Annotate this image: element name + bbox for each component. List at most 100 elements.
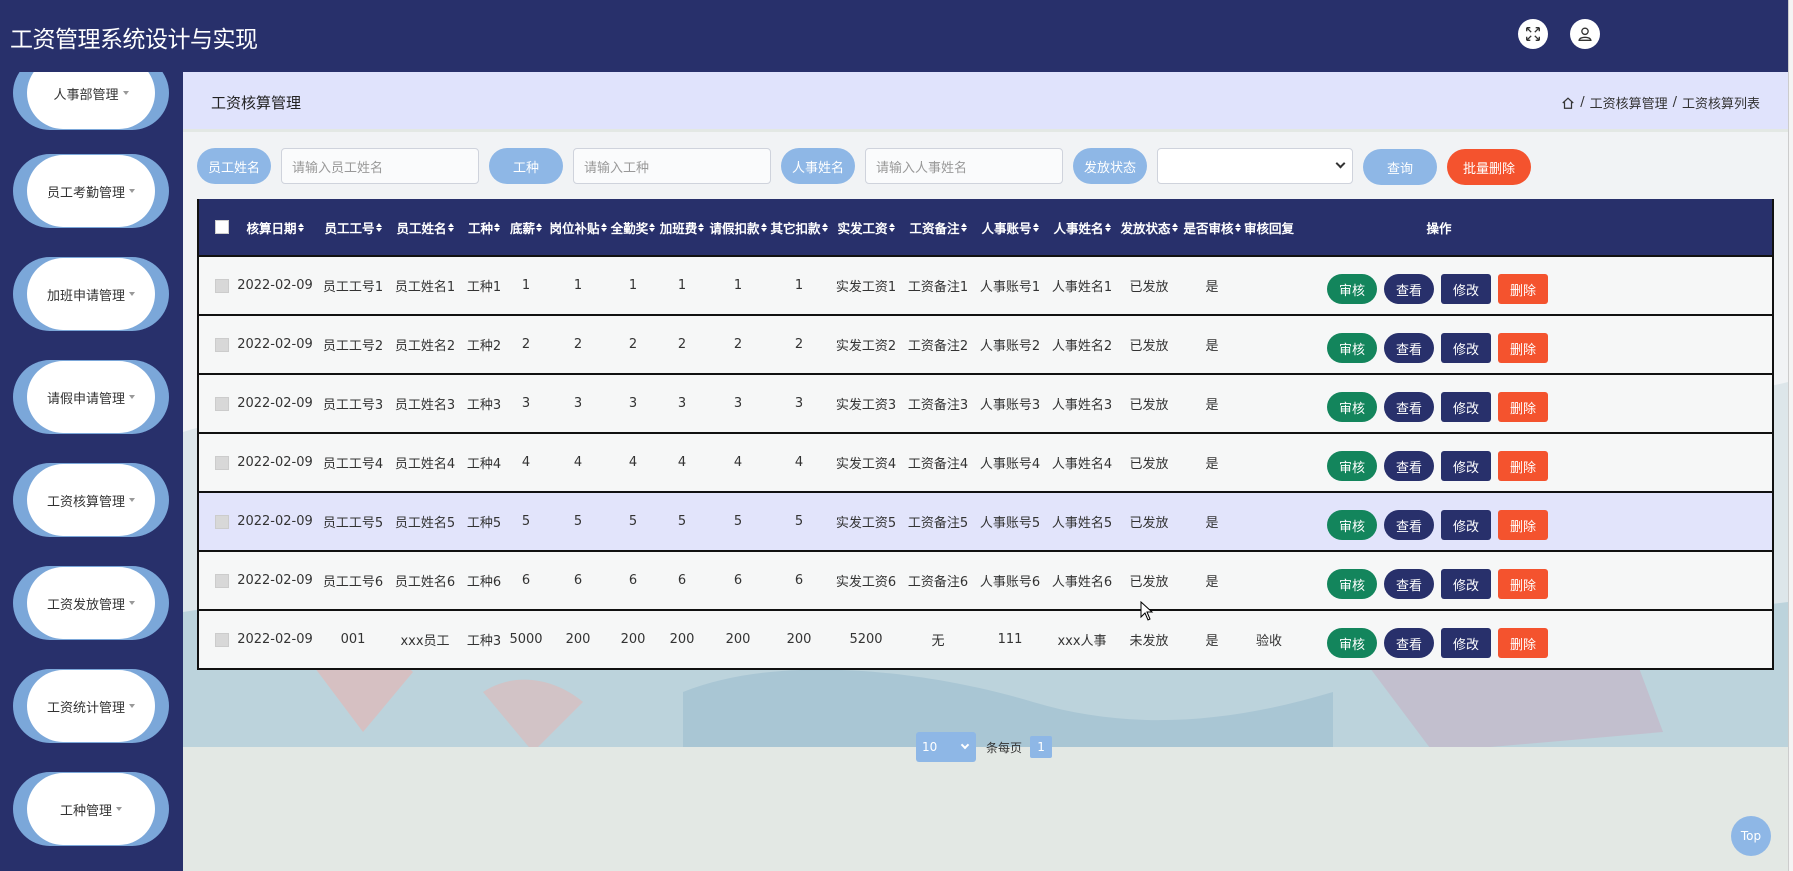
sort-icon[interactable] <box>494 222 500 232</box>
hr-name-input[interactable]: 请输入人事姓名 <box>865 148 1063 184</box>
table-row[interactable]: 2022-02-09 员工工号5 员工姓名5 工种5 5 5 5 5 5 5 实发工资5 工资备注5 人… <box>199 491 1772 550</box>
column-header-calc-date[interactable]: 核算日期 <box>237 199 313 255</box>
view-button[interactable]: 查看 <box>1384 333 1434 363</box>
sort-icon[interactable] <box>447 222 454 232</box>
sidebar-item-overtime[interactable]: 加班申请管理 <box>13 257 169 331</box>
column-header-hr-account[interactable]: 人事账号 <box>972 199 1048 255</box>
row-checkbox[interactable] <box>215 338 229 352</box>
column-header-employee-name[interactable]: 员工姓名 <box>387 199 463 255</box>
sidebar-item-salary-pay[interactable]: 工资发放管理 <box>13 566 169 640</box>
sort-icon[interactable] <box>536 222 542 232</box>
sidebar-item-label: 员工考勤管理 <box>46 185 125 201</box>
sort-icon[interactable] <box>1032 222 1039 232</box>
column-header-leave-deduction[interactable]: 请假扣款 <box>707 199 769 255</box>
view-button[interactable]: 查看 <box>1384 274 1434 304</box>
delete-button[interactable]: 删除 <box>1498 274 1548 304</box>
sidebar-item-leave[interactable]: 请假申请管理 <box>13 360 169 434</box>
delete-button[interactable]: 删除 <box>1498 628 1548 658</box>
sidebar-item-salary-stats[interactable]: 工资统计管理 <box>13 669 169 743</box>
audit-button[interactable]: 审核 <box>1327 569 1377 599</box>
sidebar-item-salary-calc[interactable]: 工资核算管理 <box>13 463 169 537</box>
sort-icon[interactable] <box>1171 222 1178 232</box>
row-checkbox[interactable] <box>215 515 229 529</box>
table-row[interactable]: 2022-02-09 001 xxx员工 工种3 5000 200 200 200 200 200… <box>199 609 1772 668</box>
table-row[interactable]: 2022-02-09 员工工号2 员工姓名2 工种2 2 2 2 2 2 2 实发工资2 工资备注2 人… <box>199 314 1772 373</box>
column-header-hr-name[interactable]: 人事姓名 <box>1044 199 1120 255</box>
delete-button[interactable]: 删除 <box>1498 333 1548 363</box>
row-checkbox[interactable] <box>215 456 229 470</box>
sort-icon[interactable] <box>649 222 656 232</box>
query-button[interactable]: 查询 <box>1363 149 1437 185</box>
audit-button[interactable]: 审核 <box>1327 333 1377 363</box>
sort-icon[interactable] <box>888 222 895 232</box>
table-row[interactable]: 2022-02-09 员工工号1 员工姓名1 工种1 1 1 1 1 1 1 实发工资1 工资备注1 人… <box>199 255 1772 314</box>
sort-icon[interactable] <box>1104 222 1111 232</box>
edit-button[interactable]: 修改 <box>1441 333 1491 363</box>
column-header-employee-no[interactable]: 员工工号 <box>315 199 391 255</box>
column-header-other-deduction[interactable]: 其它扣款 <box>768 199 830 255</box>
audit-button[interactable]: 审核 <box>1327 510 1377 540</box>
job-type-input[interactable]: 请输入工种 <box>573 148 771 184</box>
row-checkbox[interactable] <box>215 633 229 647</box>
sort-icon[interactable] <box>821 222 828 232</box>
cell-audit-reply <box>1233 552 1305 609</box>
column-header-salary-note[interactable]: 工资备注 <box>900 199 976 255</box>
employee-name-input[interactable]: 请输入员工姓名 <box>281 148 479 184</box>
column-header-audited[interactable]: 是否审核 <box>1181 199 1243 255</box>
sort-icon[interactable] <box>297 222 304 232</box>
delete-button[interactable]: 删除 <box>1498 569 1548 599</box>
sort-icon[interactable] <box>960 222 967 232</box>
edit-button[interactable]: 修改 <box>1441 569 1491 599</box>
table-row[interactable]: 2022-02-09 员工工号3 员工姓名3 工种3 3 3 3 3 3 3 实发工资3 工资备注3 人… <box>199 373 1772 432</box>
sort-icon[interactable] <box>600 222 607 232</box>
delete-button[interactable]: 删除 <box>1498 451 1548 481</box>
column-header-actions: 操作 <box>1399 199 1479 255</box>
breadcrumb-item[interactable]: 工资核算管理 <box>1590 93 1668 112</box>
audit-button[interactable]: 审核 <box>1327 274 1377 304</box>
select-all-checkbox[interactable] <box>215 220 229 234</box>
row-checkbox[interactable] <box>215 279 229 293</box>
sort-icon[interactable] <box>375 222 382 232</box>
row-checkbox[interactable] <box>215 397 229 411</box>
view-button[interactable]: 查看 <box>1384 628 1434 658</box>
page-number[interactable]: 1 <box>1030 736 1053 758</box>
column-header-overtime-pay[interactable]: 加班费 <box>657 199 707 255</box>
view-button[interactable]: 查看 <box>1384 451 1434 481</box>
view-button[interactable]: 查看 <box>1384 510 1434 540</box>
column-header-net-salary[interactable]: 实发工资 <box>828 199 904 255</box>
column-header-job-type[interactable]: 工种 <box>464 199 504 255</box>
column-header-post-allowance[interactable]: 岗位补贴 <box>545 199 611 255</box>
edit-button[interactable]: 修改 <box>1441 628 1491 658</box>
audit-button[interactable]: 审核 <box>1327 628 1377 658</box>
sidebar-item-job-type[interactable]: 工种管理 <box>13 772 169 846</box>
pay-status-select[interactable] <box>1157 148 1353 184</box>
back-to-top-button[interactable]: Top <box>1731 816 1771 856</box>
sidebar-item-attendance[interactable]: 员工考勤管理 <box>13 154 169 228</box>
row-checkbox[interactable] <box>215 574 229 588</box>
edit-button[interactable]: 修改 <box>1441 510 1491 540</box>
audit-button[interactable]: 审核 <box>1327 451 1377 481</box>
delete-button[interactable]: 删除 <box>1498 510 1548 540</box>
fullscreen-button[interactable] <box>1518 19 1548 49</box>
view-button[interactable]: 查看 <box>1384 569 1434 599</box>
cell-calc-date: 2022-02-09 <box>237 455 313 470</box>
edit-button[interactable]: 修改 <box>1441 274 1491 304</box>
table-row[interactable]: 2022-02-09 员工工号6 员工姓名6 工种6 6 6 6 6 6 6 实发工资6 工资备注6 人… <box>199 550 1772 609</box>
column-header-pay-status[interactable]: 发放状态 <box>1111 199 1187 255</box>
table-row[interactable]: 2022-02-09 员工工号4 员工姓名4 工种4 4 4 4 4 4 4 实发工资4 工资备注4 人… <box>199 432 1772 491</box>
edit-button[interactable]: 修改 <box>1441 451 1491 481</box>
main-content: 工资核算管理 / 工资核算管理 / 工资核算列表 员工姓名 请输入员工姓名 工种… <box>183 72 1788 871</box>
edit-button[interactable]: 修改 <box>1441 392 1491 422</box>
column-header-attendance-bonus[interactable]: 全勤奖 <box>607 199 659 255</box>
column-header-base-salary[interactable]: 底薪 <box>506 199 546 255</box>
bulk-delete-button[interactable]: 批量删除 <box>1447 149 1531 185</box>
sort-icon[interactable] <box>698 222 705 232</box>
sidebar-item-hr[interactable]: 人事部管理 <box>13 72 169 130</box>
home-icon[interactable] <box>1561 96 1575 110</box>
sort-icon[interactable] <box>760 222 767 232</box>
delete-button[interactable]: 删除 <box>1498 392 1548 422</box>
audit-button[interactable]: 审核 <box>1327 392 1377 422</box>
user-button[interactable] <box>1570 19 1600 49</box>
page-size-select[interactable]: 10 <box>916 732 976 762</box>
view-button[interactable]: 查看 <box>1384 392 1434 422</box>
